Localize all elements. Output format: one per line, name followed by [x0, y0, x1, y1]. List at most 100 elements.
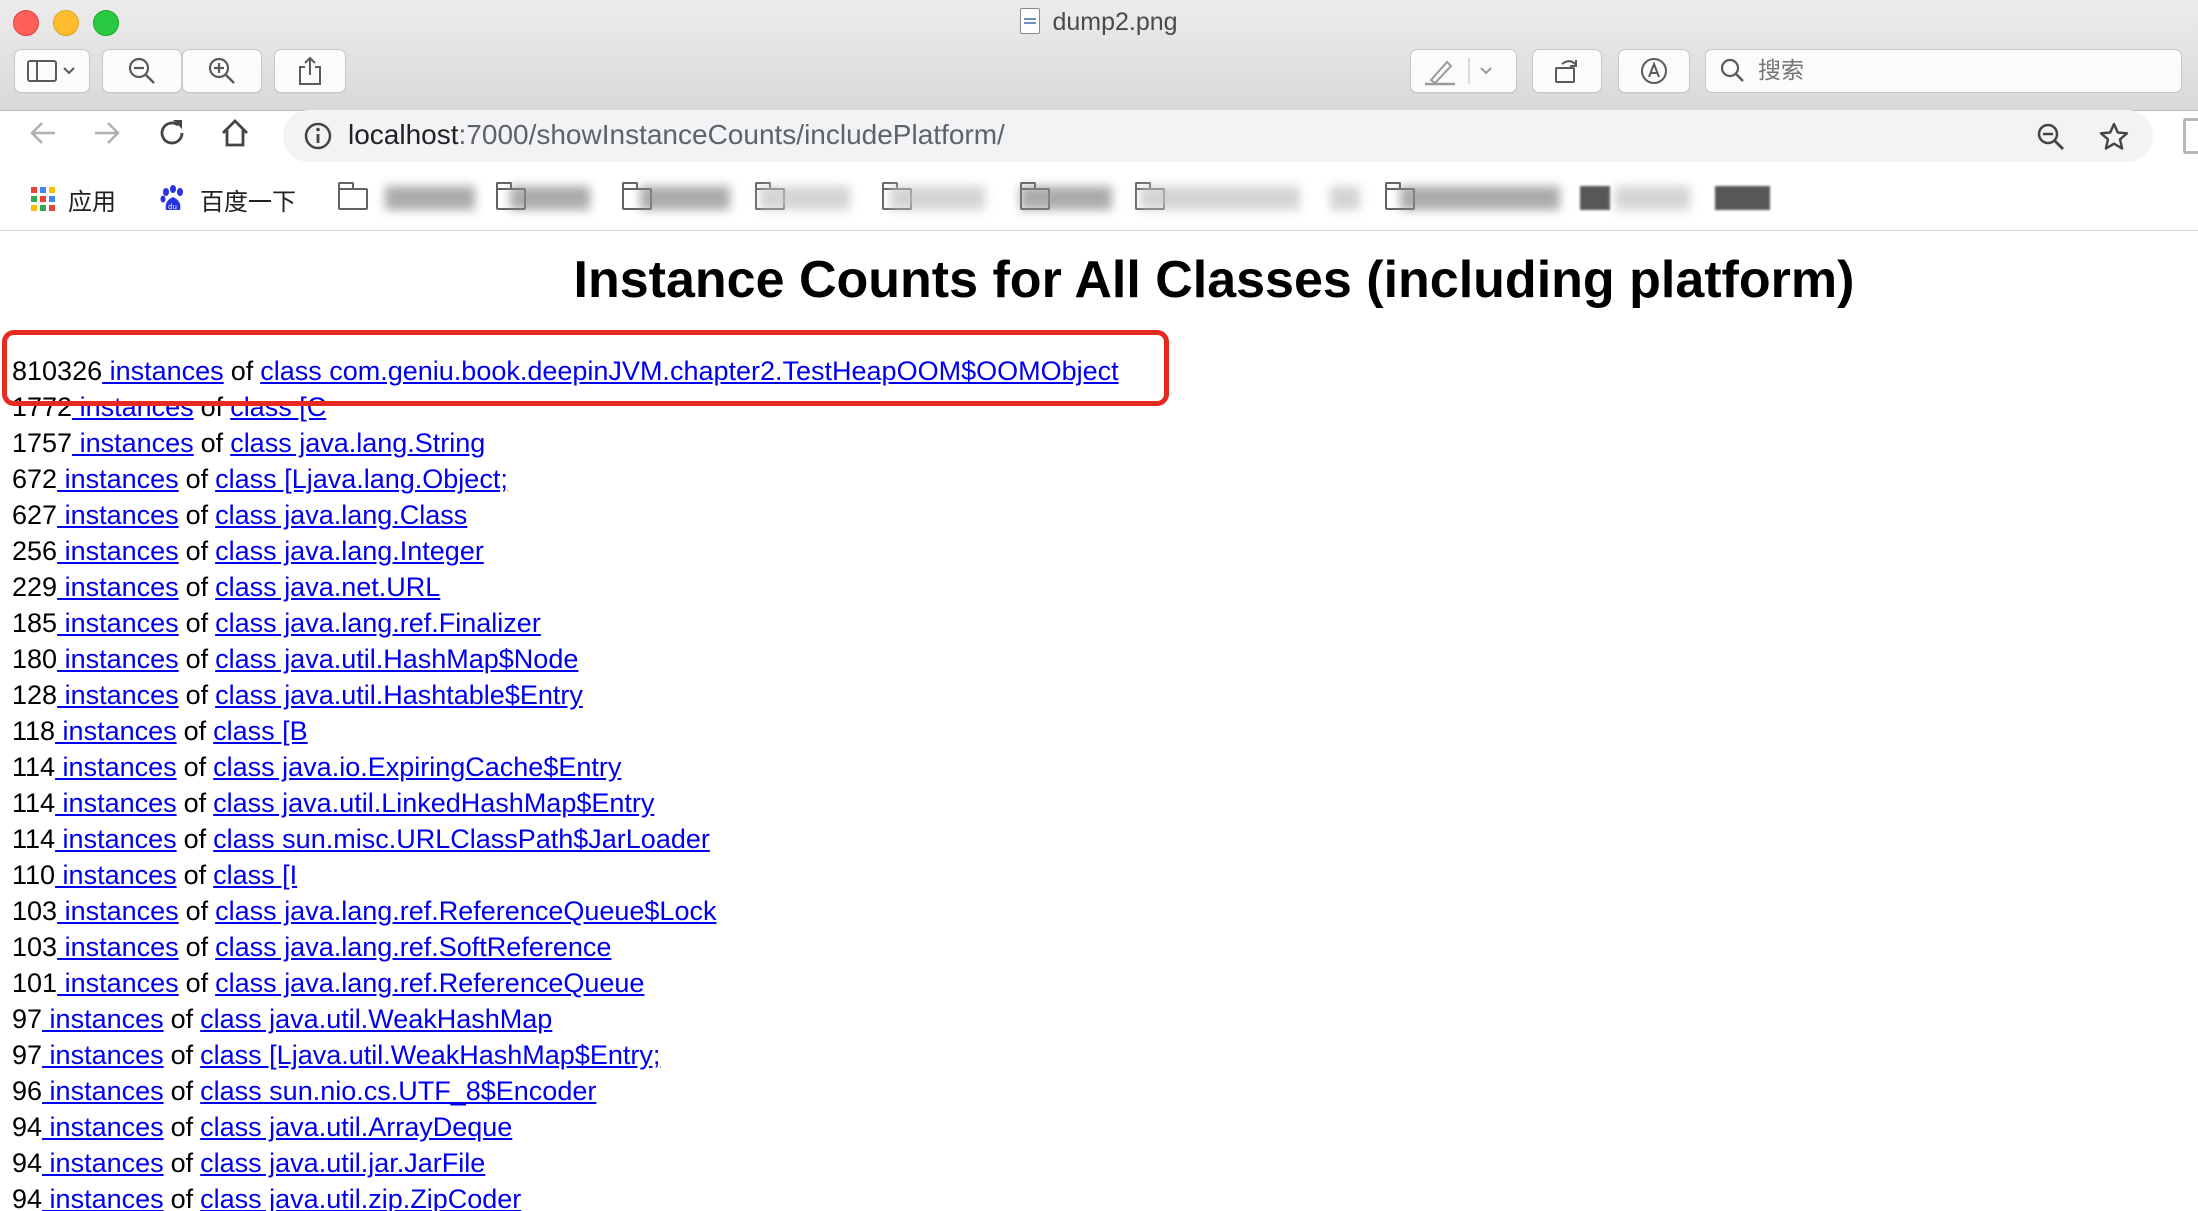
class-link[interactable]: class java.lang.ref.ReferenceQueue: [215, 968, 644, 998]
redacted-bookmark: [640, 186, 730, 210]
class-link[interactable]: class java.util.LinkedHashMap$Entry: [213, 788, 654, 818]
of-text: of: [185, 572, 209, 602]
annotate-button[interactable]: [1618, 49, 1690, 93]
list-item: 118 instances of class [B: [12, 713, 1119, 749]
class-link[interactable]: class java.util.Hashtable$Entry: [215, 680, 583, 710]
instances-link[interactable]: instances: [57, 572, 179, 602]
of-text: of: [183, 752, 207, 782]
instance-count: 114: [12, 824, 56, 854]
extension-icon[interactable]: [2183, 118, 2198, 154]
list-item: 96 instances of class sun.nio.cs.UTF_8$Enc…: [12, 1073, 1119, 1109]
instances-link[interactable]: instances: [57, 896, 179, 926]
instances-link[interactable]: instances: [55, 752, 177, 782]
class-link[interactable]: class java.lang.String: [230, 428, 485, 458]
markup-button[interactable]: [1410, 49, 1517, 93]
class-link[interactable]: class [Ljava.util.WeakHashMap$Entry;: [200, 1040, 660, 1070]
instances-link[interactable]: instances: [42, 1076, 164, 1106]
instances-link[interactable]: instances: [42, 1040, 164, 1070]
instances-link[interactable]: instances: [57, 536, 179, 566]
instances-link[interactable]: instances: [57, 968, 179, 998]
instances-link[interactable]: instances: [57, 644, 179, 674]
bookmark-star-icon[interactable]: [2098, 121, 2130, 153]
zoom-magnifier-icon[interactable]: [2035, 121, 2067, 153]
class-link[interactable]: class java.lang.ref.Finalizer: [215, 608, 541, 638]
of-text: of: [185, 500, 209, 530]
instance-count: 97: [12, 1004, 43, 1034]
instances-link[interactable]: instances: [57, 680, 179, 710]
instance-count: 97: [12, 1040, 43, 1070]
search-field[interactable]: [1705, 49, 2182, 93]
instance-count: 114: [12, 788, 56, 818]
instances-link[interactable]: instances: [55, 824, 177, 854]
search-input[interactable]: [1758, 58, 2158, 84]
instances-link[interactable]: instances: [57, 500, 179, 530]
site-info-icon[interactable]: [303, 121, 333, 151]
class-link[interactable]: class [I: [213, 860, 297, 890]
list-item: 97 instances of class java.util.WeakHashMa…: [12, 1001, 1119, 1037]
url-text[interactable]: localhost:7000/showInstanceCounts/includ…: [348, 119, 1005, 151]
class-link[interactable]: class sun.misc.URLClassPath$JarLoader: [213, 824, 710, 854]
instance-count-list: 810326 instances of class com.geniu.book.d…: [12, 353, 1119, 1211]
class-link[interactable]: class sun.nio.cs.UTF_8$Encoder: [200, 1076, 596, 1106]
class-link[interactable]: class java.util.WeakHashMap: [200, 1004, 552, 1034]
class-link[interactable]: class java.lang.ref.ReferenceQueue$Lock: [215, 896, 716, 926]
of-text: of: [185, 644, 209, 674]
list-item: 101 instances of class java.lang.ref.Refer…: [12, 965, 1119, 1001]
class-link[interactable]: class java.io.ExpiringCache$Entry: [213, 752, 621, 782]
instance-count: 94: [12, 1184, 43, 1211]
class-link[interactable]: class java.util.jar.JarFile: [200, 1148, 485, 1178]
home-button[interactable]: [218, 116, 252, 150]
rotate-button[interactable]: [1532, 49, 1602, 93]
sidebar-toggle-button[interactable]: [14, 49, 90, 93]
redacted-bookmark: [1715, 186, 1770, 210]
instances-link[interactable]: instances: [42, 1148, 164, 1178]
class-link[interactable]: class java.lang.Integer: [215, 536, 484, 566]
baidu-paw-icon: du: [160, 185, 183, 211]
bookmark-apps[interactable]: 应用: [30, 182, 116, 216]
class-link[interactable]: class [B: [213, 716, 308, 746]
instance-count: 114: [12, 752, 56, 782]
zoom-in-button[interactable]: [182, 49, 262, 93]
instance-count: 229: [12, 572, 58, 602]
list-item: 128 instances of class java.util.Hashtable…: [12, 677, 1119, 713]
instances-link[interactable]: instances: [42, 1184, 164, 1211]
instance-count: 110: [12, 860, 56, 890]
instances-link[interactable]: instances: [42, 1004, 164, 1034]
list-item: 97 instances of class [Ljava.util.WeakHash…: [12, 1037, 1119, 1073]
list-item: 229 instances of class java.net.URL: [12, 569, 1119, 605]
instances-link[interactable]: instances: [57, 464, 179, 494]
instances-link[interactable]: instances: [57, 608, 179, 638]
class-link[interactable]: class [Ljava.lang.Object;: [215, 464, 508, 494]
bookmark-baidu[interactable]: du 百度一下: [158, 182, 296, 216]
list-item: 94 instances of class java.util.jar.JarFil…: [12, 1145, 1119, 1181]
of-text: of: [185, 464, 209, 494]
instance-count: 128: [12, 680, 58, 710]
window-title-text: dump2.png: [1052, 8, 1178, 36]
bookmark-folder[interactable]: [337, 182, 368, 216]
class-link[interactable]: class java.lang.ref.SoftReference: [215, 932, 611, 962]
reload-button[interactable]: [155, 116, 189, 150]
share-button[interactable]: [274, 49, 346, 93]
back-arrow-icon: [30, 122, 55, 144]
class-link[interactable]: class java.lang.Class: [215, 500, 467, 530]
list-item: 103 instances of class java.lang.ref.SoftR…: [12, 929, 1119, 965]
instances-link[interactable]: instances: [55, 860, 177, 890]
instances-link[interactable]: instances: [55, 716, 177, 746]
class-link[interactable]: class java.util.zip.ZipCoder: [200, 1184, 521, 1211]
instance-count: 101: [12, 968, 58, 998]
forward-button[interactable]: [90, 116, 124, 150]
instances-link[interactable]: instances: [55, 788, 177, 818]
instances-link[interactable]: instances: [57, 932, 179, 962]
zoom-out-button[interactable]: [102, 49, 182, 93]
class-link[interactable]: class java.util.ArrayDeque: [200, 1112, 512, 1142]
class-link[interactable]: class java.net.URL: [215, 572, 440, 602]
class-link[interactable]: class java.util.HashMap$Node: [215, 644, 578, 674]
redacted-bookmark: [1400, 186, 1560, 210]
redacted-bookmark: [1580, 186, 1610, 210]
instances-link[interactable]: instances: [42, 1112, 164, 1142]
address-bar[interactable]: localhost:7000/showInstanceCounts/includ…: [283, 110, 2153, 162]
instances-link[interactable]: instances: [72, 428, 194, 458]
back-button[interactable]: [26, 116, 60, 150]
list-item: 94 instances of class java.util.ArrayDeque: [12, 1109, 1119, 1145]
list-item: 103 instances of class java.lang.ref.Refer…: [12, 893, 1119, 929]
